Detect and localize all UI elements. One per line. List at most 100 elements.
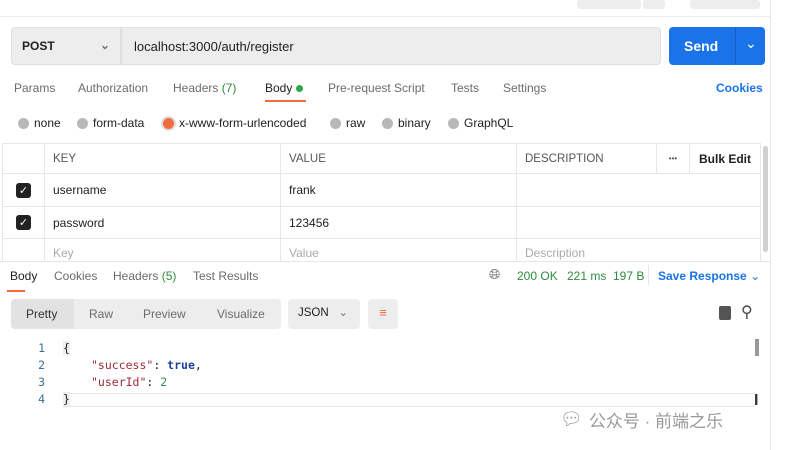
response-tab-headers[interactable]: Headers (5)	[113, 269, 176, 283]
chevron-down-icon[interactable]: ⌄	[745, 35, 757, 52]
tab-params[interactable]: Params	[14, 81, 55, 95]
json-brace: {	[63, 341, 70, 355]
method-value: POST	[22, 39, 55, 53]
key-input[interactable]: Key	[45, 239, 281, 261]
radio-x-www-form-urlencoded[interactable]: x-www-form-urlencoded	[163, 116, 306, 130]
tab-label: Headers	[173, 81, 219, 95]
radio-raw[interactable]: raw	[330, 116, 365, 130]
tab-authorization[interactable]: Authorization	[78, 81, 148, 95]
globe-icon[interactable]: 🌐︎	[489, 266, 500, 283]
tab-headers[interactable]: Headers (7)	[173, 81, 236, 95]
row-checkbox[interactable]: ✓	[2, 207, 45, 239]
description-input[interactable]: Description	[517, 239, 761, 261]
copy-icon[interactable]	[719, 306, 731, 320]
key-cell[interactable]: username	[45, 174, 281, 207]
bulk-edit-button[interactable]: Bulk Edit	[690, 144, 761, 174]
radio-form-data[interactable]: form-data	[77, 116, 144, 130]
checkmark-icon: ✓	[16, 182, 31, 198]
radio-icon	[77, 117, 88, 129]
send-button[interactable]: Send ⌄	[669, 27, 765, 65]
header-description: DESCRIPTION	[517, 144, 657, 174]
response-tab-body[interactable]: Body	[10, 269, 37, 283]
status-code[interactable]: 200 OK	[517, 269, 558, 283]
view-raw[interactable]: Raw	[89, 307, 113, 321]
line-number: 1	[38, 341, 45, 355]
line-number: 4	[38, 392, 45, 406]
toolbar-button[interactable]	[690, 0, 760, 9]
description-cell[interactable]	[517, 207, 761, 239]
response-size[interactable]: 197 B	[613, 269, 644, 283]
toolbar-button[interactable]	[643, 0, 665, 9]
radio-label: form-data	[93, 116, 145, 130]
tab-tests[interactable]: Tests	[451, 81, 479, 95]
watermark: 💬︎ 公众号 · 前端之乐	[560, 407, 723, 432]
active-tab-underline	[265, 100, 306, 102]
response-tab-cookies[interactable]: Cookies	[54, 269, 97, 283]
more-options-icon[interactable]: •••	[657, 144, 690, 174]
chevron-down-icon: ⌄	[99, 38, 110, 52]
tab-body[interactable]: Body	[265, 81, 303, 95]
scrollbar[interactable]	[763, 146, 768, 252]
header-key: KEY	[45, 144, 281, 174]
chevron-down-icon: ⌄	[750, 269, 761, 283]
params-table: KEY VALUE DESCRIPTION ••• Bulk Edit ✓ us…	[2, 143, 761, 261]
json-brace: }	[63, 392, 70, 406]
tab-pre-request-script[interactable]: Pre-request Script	[328, 81, 425, 95]
value-input[interactable]: Value	[281, 239, 517, 261]
radio-label: raw	[346, 116, 366, 130]
format-value: JSON	[298, 307, 329, 319]
radio-graphql[interactable]: GraphQL	[448, 116, 513, 130]
view-mode-segmented: Pretty Raw Preview Visualize	[11, 299, 281, 329]
radio-icon	[448, 117, 459, 129]
header-checkbox-cell	[2, 144, 45, 174]
radio-selected-icon	[163, 117, 174, 129]
radio-icon	[18, 117, 29, 129]
view-preview[interactable]: Preview	[143, 307, 186, 321]
method-select[interactable]: POST ⌄	[11, 27, 121, 65]
json-line: "success": true,	[91, 358, 202, 372]
response-tab-test-results[interactable]: Test Results	[193, 269, 258, 283]
headers-count: (5)	[161, 269, 177, 283]
tab-settings[interactable]: Settings	[503, 81, 546, 95]
active-tab-underline	[7, 290, 25, 292]
view-pretty[interactable]: Pretty	[26, 307, 57, 321]
editor-scrollbar[interactable]	[755, 339, 759, 356]
radio-none[interactable]: none	[18, 116, 61, 130]
radio-label: none	[34, 116, 61, 130]
value-cell[interactable]: frank	[281, 174, 517, 207]
send-label: Send	[684, 38, 719, 54]
json-value: true	[167, 358, 195, 372]
format-select[interactable]: JSON ⌄	[288, 299, 360, 329]
json-line: "userId": 2	[91, 375, 168, 389]
wrap-lines-icon[interactable]: ≡	[368, 299, 398, 329]
radio-label: GraphQL	[464, 116, 514, 130]
radio-label: x-www-form-urlencoded	[179, 116, 307, 130]
divider	[735, 27, 736, 65]
row-checkbox[interactable]: ✓	[2, 174, 45, 207]
description-cell[interactable]	[517, 174, 761, 207]
search-icon[interactable]: ⚲	[741, 302, 753, 322]
body-indicator-dot	[295, 85, 303, 92]
line-number: 2	[38, 358, 45, 372]
value-cell[interactable]: 123456	[281, 207, 517, 239]
wechat-icon: 💬︎	[560, 409, 583, 429]
save-response-button[interactable]: Save Response ⌄	[658, 269, 760, 283]
headers-count: (7)	[221, 81, 237, 95]
current-line-highlight	[62, 393, 755, 407]
text-cursor-icon: I	[754, 392, 759, 409]
chevron-down-icon: ⌄	[338, 307, 348, 319]
save-response-label: Save Response	[658, 269, 747, 283]
tab-label: Headers	[113, 269, 159, 283]
cookies-link[interactable]: Cookies	[716, 81, 763, 95]
tab-label: Body	[265, 81, 293, 95]
line-number: 3	[38, 375, 45, 389]
response-time[interactable]: 221 ms	[567, 269, 606, 283]
divider	[648, 265, 649, 285]
divider	[0, 261, 771, 262]
key-cell[interactable]: password	[45, 207, 281, 239]
toolbar-button[interactable]	[577, 0, 641, 9]
url-input[interactable]: localhost:3000/auth/register	[121, 27, 661, 65]
radio-binary[interactable]: binary	[382, 116, 431, 130]
view-visualize[interactable]: Visualize	[217, 307, 265, 321]
json-value: 2	[160, 375, 168, 389]
